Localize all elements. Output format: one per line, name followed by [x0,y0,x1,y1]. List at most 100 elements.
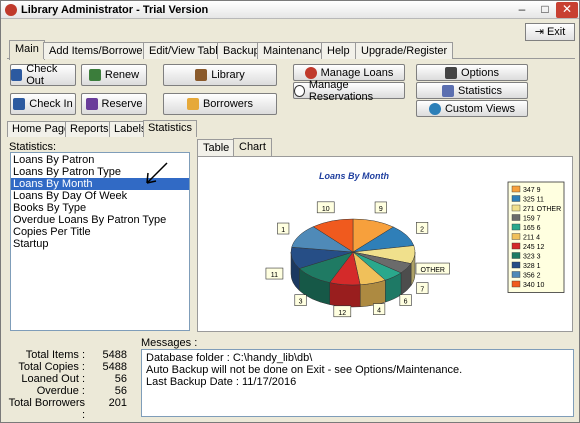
minimize-icon[interactable]: – [511,2,533,18]
borrowers-button[interactable]: Borrowers [163,93,277,115]
library-label: Library [211,69,245,81]
app-icon [5,4,17,16]
total-row: Loaned Out : 56 [5,373,137,385]
legend-swatch [511,252,521,259]
check-out-label: Check Out [26,63,58,87]
statistics-label: Statistics [457,84,502,97]
tab-table[interactable]: Table [197,139,236,156]
message-line: Database folder : C:\handy_lib\db\ [146,352,313,364]
list-item[interactable]: Startup [11,238,189,250]
book-arrow-in-icon [13,98,26,110]
legend-swatch [511,223,521,231]
library-button[interactable]: Library [163,64,277,86]
total-label: Total Copies : [18,361,85,373]
check-out-button[interactable]: Check Out [10,63,76,87]
slice-label: 12 [338,310,346,317]
legend-entry: 328 1 [523,263,541,270]
total-label: Loaned Out : [21,373,85,385]
tab-help[interactable]: Help [321,42,356,59]
custom-views-label: Custom Views [444,102,516,115]
slice-label: 2 [420,226,424,233]
main-menu-tabs: Main Add Items/Borrowers Edit/View Table… [7,40,575,60]
book-arrow-out-icon [11,69,23,81]
tab-add-items-borrowers[interactable]: Add Items/Borrowers [43,42,158,59]
check-in-button[interactable]: Check In [10,93,76,115]
legend-entry: 245 12 [523,244,545,251]
legend-entry: 165 6 [523,225,541,232]
legend-entry: 159 7 [523,216,541,223]
message-line: Last Backup Date : 11/17/2016 [146,376,297,388]
tab-reports[interactable]: Reports [65,121,114,137]
manage-loans-label: Manage Loans [320,66,394,79]
chart-title: Loans By Month [319,171,389,181]
total-value: 56 [114,373,127,385]
legend-entry: 356 2 [523,273,541,280]
exit-button[interactable]: ⇥ Exit [525,23,575,41]
window-title: Library Administrator - Trial Version [21,4,209,16]
messages-box[interactable]: Database folder : C:\handy_lib\db\ Auto … [141,349,574,417]
renew-label: Renew [104,69,140,81]
options-button[interactable]: Options [416,64,528,81]
custom-views-button[interactable]: Custom Views [416,100,528,117]
list-item[interactable]: Books By Type [11,202,189,214]
reserve-button[interactable]: Reserve [81,93,147,115]
total-row: Total Items : 5488 [5,349,137,361]
legend-swatch [511,214,521,221]
slice-label: OTHER [420,267,445,274]
pie-slice-side [329,282,361,308]
legend-swatch [511,204,521,212]
legend-entry: 211 4 [523,235,540,242]
person-icon [186,98,199,110]
total-value: 56 [114,385,127,397]
clock-icon [294,84,305,97]
manage-reservations-label: Manage Reservations [308,78,374,103]
message-line: Auto Backup will not be done on Exit - s… [146,364,463,376]
slice-label: 6 [404,299,408,306]
total-row: Overdue : 56 [5,385,137,397]
maximize-icon[interactable]: □ [534,2,556,18]
app-window: Library Administrator - Trial Version – … [0,0,580,423]
total-value: 5488 [102,349,127,361]
messages-label: Messages : [141,337,198,349]
tab-statistics[interactable]: Statistics [143,120,198,137]
statistics-button[interactable]: Statistics [416,82,528,99]
manage-reservations-button[interactable]: Manage Reservations [293,79,405,103]
total-row: Total Copies : 5488 [5,361,137,373]
legend-swatch [511,185,521,193]
legend-entry: 325 11 [523,197,544,204]
list-item[interactable]: Overdue Loans By Patron Type [11,214,189,226]
slice-label: 3 [299,299,303,306]
total-label: Total Borrowers : [8,397,85,421]
arrow-pointer-icon [146,162,168,184]
book-reserve-icon [85,98,98,110]
borrowers-label: Borrowers [202,98,254,110]
close-icon[interactable]: ✕ [556,2,578,18]
slice-label: 7 [420,287,424,294]
renew-button[interactable]: Renew [81,64,147,86]
total-value: 5488 [102,361,127,373]
exit-label: Exit [546,26,566,38]
book-renew-icon [88,69,101,81]
legend-swatch [511,271,521,278]
statistics-list[interactable]: Loans By Patron Loans By Patron Type Loa… [10,152,190,331]
legend-swatch [511,233,521,240]
total-label: Overdue : [36,385,85,397]
legend-swatch [511,195,521,202]
slice-label: 4 [377,308,381,315]
slice-label: 9 [379,206,383,213]
tab-upgrade-register[interactable]: Upgrade/Register [355,42,454,59]
chart-icon [441,84,454,97]
total-row: Total Borrowers : 201 [5,397,137,421]
legend-entry: 340 10 [523,282,545,289]
totals-panel: Total Items : 5488 Total Copies : 5488 Loa… [5,349,137,421]
reserve-label: Reserve [101,98,143,110]
tab-main[interactable]: Main [9,40,45,60]
list-item[interactable]: Loans By Day Of Week [11,190,189,202]
legend-swatch [511,280,521,288]
car-icon [304,66,317,79]
tab-chart[interactable]: Chart [233,138,272,156]
legend-swatch [511,261,521,269]
list-item[interactable]: Copies Per Title [11,226,189,238]
loans-by-month-chart: Loans By Month 92OTHER76412311110 347 93… [265,171,565,318]
legend-swatch [511,242,521,250]
